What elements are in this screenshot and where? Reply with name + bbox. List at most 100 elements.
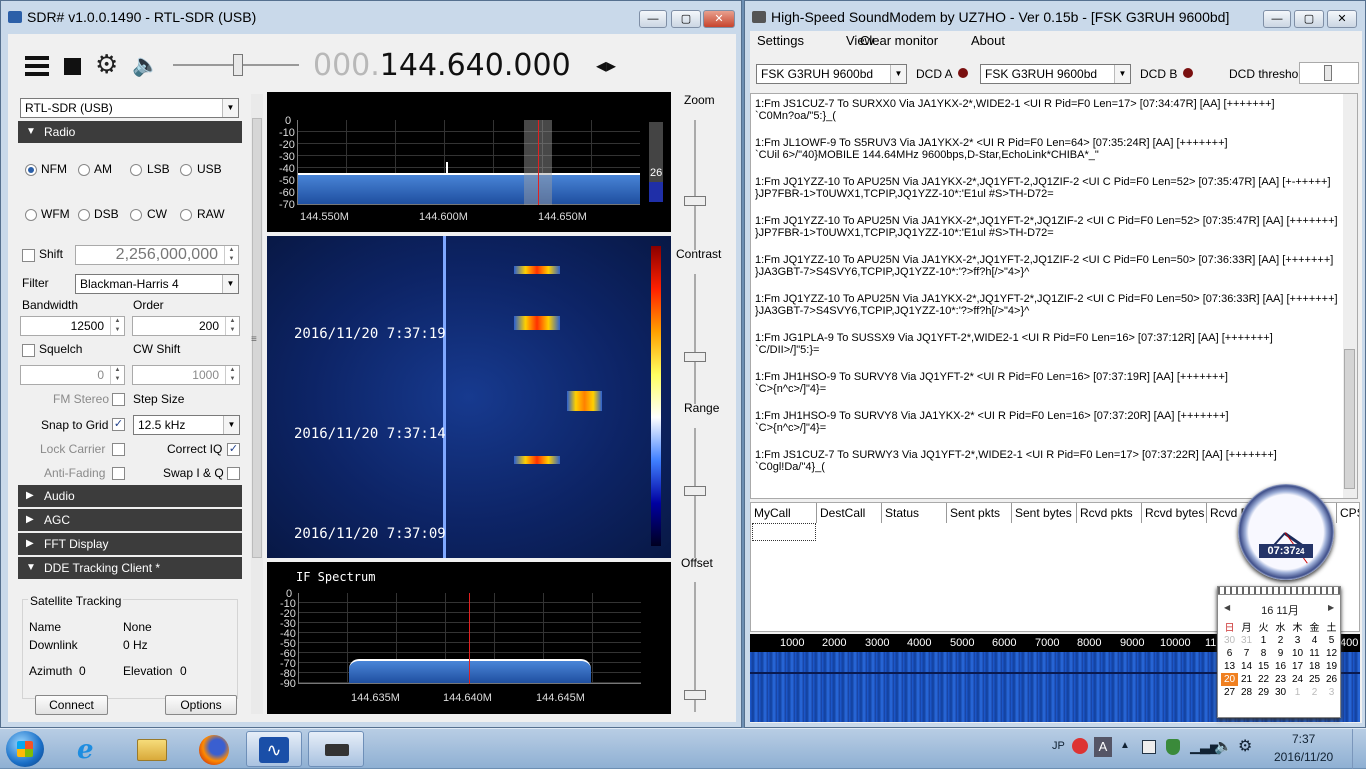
calendar-day[interactable]: 22 <box>1255 673 1272 686</box>
waterfall-panel[interactable]: 2016/11/20 7:37:19 2016/11/20 7:37:14 20… <box>267 236 671 558</box>
show-desktop-button[interactable] <box>1352 729 1366 769</box>
tray-date[interactable]: 2016/11/20 <box>1274 750 1333 764</box>
correct-iq-checkbox[interactable]: ✓ <box>227 443 240 456</box>
hamburger-menu-icon[interactable] <box>25 56 49 76</box>
col-mycall[interactable]: MyCall <box>751 503 817 523</box>
calendar-day[interactable]: 17 <box>1289 660 1306 673</box>
calendar-day[interactable]: 1 <box>1255 634 1272 647</box>
col-rcvd-pkts[interactable]: Rcvd pkts <box>1077 503 1142 523</box>
ime-mode[interactable]: A <box>1094 737 1112 757</box>
calendar-day[interactable]: 9 <box>1272 647 1289 660</box>
col-rcvd-bytes[interactable]: Rcvd bytes <box>1142 503 1207 523</box>
calendar-day[interactable]: 18 <box>1306 660 1323 673</box>
modem-b-select[interactable]: FSK G3RUH 9600bd ▼ <box>980 64 1131 84</box>
sdr-minimize-button[interactable]: — <box>639 10 667 28</box>
mode-radio-am[interactable] <box>78 164 90 176</box>
tray-volume-icon[interactable]: 🔈 <box>1214 737 1233 755</box>
swap-iq-checkbox[interactable] <box>227 467 240 480</box>
sdr-maximize-button[interactable]: ▢ <box>671 10 701 28</box>
calendar-day[interactable]: 12 <box>1323 647 1340 660</box>
lock-carrier-checkbox[interactable] <box>112 443 125 456</box>
modem-a-select[interactable]: FSK G3RUH 9600bd ▼ <box>756 64 907 84</box>
fft-section-header[interactable]: ▶ FFT Display <box>18 533 242 555</box>
calendar-gadget[interactable]: ◀ 16 11月 ▶ 日月火水木金土 30 31 1 2 3 4 5 6 7 8 9 10 11 12 13… <box>1217 586 1341 718</box>
shift-checkbox[interactable] <box>22 249 35 262</box>
tray-settings-icon[interactable]: ⚙ <box>1238 736 1252 756</box>
shift-input[interactable]: 2,256,000,000 ▲ ▼ <box>75 245 239 265</box>
mode-radio-raw[interactable] <box>180 209 192 221</box>
calendar-day[interactable]: 25 <box>1306 673 1323 686</box>
frequency-step-arrows-icon[interactable]: ◂▸ <box>596 54 616 78</box>
calendar-day[interactable]: 30 <box>1272 686 1289 699</box>
sm-minimize-button[interactable]: — <box>1263 10 1291 28</box>
mode-radio-lsb[interactable] <box>130 164 142 176</box>
mode-radio-usb[interactable] <box>180 164 192 176</box>
zoom-slider-thumb[interactable] <box>684 196 706 206</box>
squelch-checkbox[interactable] <box>22 344 35 357</box>
ime-status-icon[interactable] <box>1072 738 1088 754</box>
menu-clear-monitor[interactable]: Clear monitor <box>860 31 938 51</box>
order-input[interactable]: 200 ▲ ▼ <box>132 316 240 336</box>
col-status[interactable]: Status <box>882 503 947 523</box>
dde-section-header[interactable]: ▼ DDE Tracking Client * <box>18 557 242 579</box>
bandwidth-input[interactable]: 12500 ▲ ▼ <box>20 316 125 336</box>
contrast-slider-thumb[interactable] <box>684 352 706 362</box>
calendar-prev-icon[interactable]: ◀ <box>1224 603 1230 612</box>
calendar-day[interactable]: 4 <box>1306 634 1323 647</box>
mode-radio-dsb[interactable] <box>78 209 90 221</box>
if-spectrum-panel[interactable]: IF Spectrum 0 -10 -20 -30 -40 -50 -60 -7… <box>267 562 671 714</box>
calendar-day[interactable]: 28 <box>1238 686 1255 699</box>
range-slider[interactable] <box>684 428 706 558</box>
start-button[interactable] <box>6 731 44 767</box>
sdr-titlebar[interactable]: SDR# v1.0.0.1490 - RTL-SDR (USB) <box>1 1 741 33</box>
calendar-day[interactable]: 23 <box>1272 673 1289 686</box>
device-select[interactable]: RTL-SDR (USB) ▼ <box>20 98 239 118</box>
calendar-day[interactable]: 29 <box>1255 686 1272 699</box>
mode-radio-cw[interactable] <box>130 209 142 221</box>
speaker-icon[interactable]: 🔈 <box>132 52 159 78</box>
agc-section-header[interactable]: ▶ AGC <box>18 509 242 531</box>
calendar-day[interactable]: 21 <box>1238 673 1255 686</box>
sm-close-button[interactable]: ✕ <box>1327 10 1357 28</box>
calendar-day[interactable]: 2 <box>1306 686 1323 699</box>
sdr-close-button[interactable]: ✕ <box>703 10 735 28</box>
offset-slider[interactable] <box>684 582 706 712</box>
calendar-day[interactable]: 24 <box>1289 673 1306 686</box>
explorer-taskbar-button[interactable] <box>124 731 180 767</box>
col-destcall[interactable]: DestCall <box>817 503 882 523</box>
connect-button[interactable]: Connect <box>35 695 108 715</box>
calendar-day[interactable]: 31 <box>1238 634 1255 647</box>
spectrum-panel[interactable]: 0 -10 -20 -30 -40 -50 -60 -70 144.550M 1… <box>267 92 671 232</box>
table-row-selected[interactable] <box>752 523 816 541</box>
calendar-day[interactable]: 3 <box>1323 686 1340 699</box>
tray-expand-icon[interactable]: ▲ <box>1120 740 1130 751</box>
col-sent-pkts[interactable]: Sent pkts <box>947 503 1012 523</box>
audio-section-header[interactable]: ▶ Audio <box>18 485 242 507</box>
fm-stereo-checkbox[interactable] <box>112 393 125 406</box>
cw-shift-input[interactable]: 1000 ▲ ▼ <box>132 365 240 385</box>
range-slider-thumb[interactable] <box>684 486 706 496</box>
calendar-day[interactable]: 6 <box>1221 647 1238 660</box>
mode-radio-wfm[interactable] <box>25 209 37 221</box>
splitter-grip-icon[interactable]: ≡ <box>251 334 257 345</box>
anti-fading-checkbox[interactable] <box>112 467 125 480</box>
calendar-day[interactable]: 2 <box>1272 634 1289 647</box>
sdrsharp-taskbar-button[interactable]: ∿ <box>246 731 302 767</box>
options-button[interactable]: Options <box>165 695 237 715</box>
calendar-day[interactable]: 13 <box>1221 660 1238 673</box>
monitor-pane[interactable]: 1:Fm JS1CUZ-7 To SURXX0 Via JA1YKX-2*,WI… <box>750 93 1358 499</box>
zoom-slider[interactable] <box>684 120 706 250</box>
squelch-input[interactable]: 0 ▲ ▼ <box>20 365 125 385</box>
gear-icon[interactable]: ⚙ <box>95 51 118 77</box>
sm-maximize-button[interactable]: ▢ <box>1294 10 1324 28</box>
calendar-day[interactable]: 11 <box>1306 647 1323 660</box>
tray-device-icon[interactable] <box>1142 740 1156 754</box>
firefox-taskbar-button[interactable] <box>186 731 242 767</box>
snap-to-grid-checkbox[interactable]: ✓ <box>112 418 125 431</box>
left-panel-scrollbar[interactable] <box>251 94 263 714</box>
clock-gadget[interactable]: 07:3724 <box>1238 484 1334 580</box>
frequency-display[interactable]: 000.144.640.000 <box>313 46 571 86</box>
calendar-day[interactable]: 19 <box>1323 660 1340 673</box>
volume-slider[interactable] <box>173 54 299 76</box>
filter-select[interactable]: Blackman-Harris 4 ▼ <box>75 274 239 294</box>
